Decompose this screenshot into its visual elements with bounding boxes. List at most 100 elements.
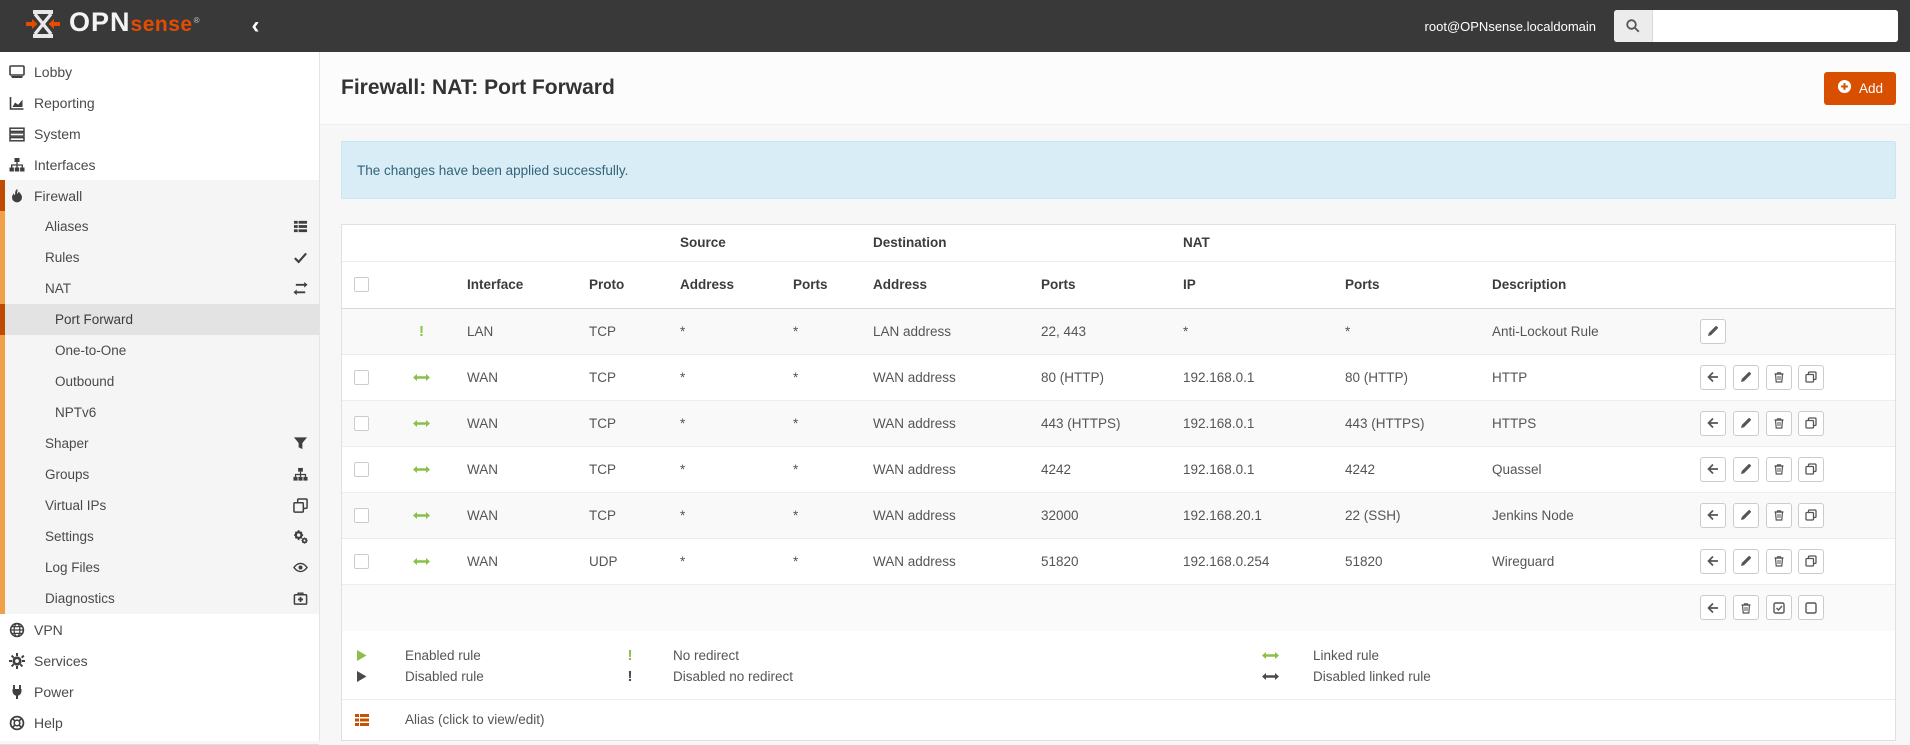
- nat-rules-panel: Source Destination NAT Interface Proto A…: [341, 224, 1896, 741]
- list-icon: [293, 219, 308, 234]
- opnsense-logo[interactable]: OPN sense ®: [26, 6, 199, 44]
- sidebar-item-power[interactable]: Power: [0, 676, 319, 707]
- group-header-destination: Destination: [865, 225, 1176, 262]
- move-rule-button[interactable]: [1700, 548, 1727, 574]
- page-header: Firewall: NAT: Port Forward Add: [320, 52, 1910, 125]
- sidebar: Lobby Reporting System Interfaces Firewa…: [0, 52, 320, 745]
- sidebar-item-firewall[interactable]: Firewall: [0, 180, 319, 211]
- exchange-icon: [293, 281, 308, 296]
- move-rule-button[interactable]: [1700, 456, 1727, 482]
- sidebar-item-groups[interactable]: Groups: [0, 459, 319, 490]
- fire-icon: [8, 188, 26, 204]
- enable-selected-button[interactable]: [1765, 595, 1792, 620]
- edit-rule-button[interactable]: [1732, 502, 1759, 528]
- sidebar-item-rules[interactable]: Rules: [0, 242, 319, 273]
- medkit-icon: [293, 591, 308, 606]
- col-proto: Proto: [581, 261, 672, 309]
- nat-rule-row: WAN TCP * * WAN address 443 (HTTPS) 192.…: [342, 399, 1895, 446]
- sidebar-item-reporting[interactable]: Reporting: [0, 87, 319, 118]
- delete-rule-button[interactable]: [1765, 456, 1792, 482]
- disable-selected-button[interactable]: [1798, 595, 1825, 620]
- sidebar-item-help[interactable]: Help: [0, 707, 319, 738]
- edit-rule-button[interactable]: [1732, 548, 1759, 574]
- cog-icon: [8, 652, 26, 669]
- no-redirect-icon: !: [419, 322, 424, 340]
- col-interface: Interface: [459, 261, 581, 309]
- alias-list-icon: [342, 712, 382, 728]
- sidebar-item-log-files[interactable]: Log Files: [0, 552, 319, 583]
- search-box: [1614, 10, 1898, 42]
- clone-rule-button[interactable]: [1798, 456, 1825, 482]
- sidebar-item-virtual-ips[interactable]: Virtual IPs: [0, 490, 319, 521]
- table-column-header-row: Interface Proto Address Ports Address Po…: [342, 261, 1895, 309]
- sidebar-item-settings[interactable]: Settings: [0, 521, 319, 552]
- bulk-actions-row: [342, 583, 1895, 631]
- main-content: Firewall: NAT: Port Forward Add The chan…: [320, 52, 1910, 741]
- sidebar-collapse-button[interactable]: ‹: [245, 14, 265, 38]
- disabled-rule-icon: [342, 670, 382, 682]
- sidebar-item-interfaces[interactable]: Interfaces: [0, 149, 319, 180]
- nat-rule-row: WAN UDP * * WAN address 51820 192.168.0.…: [342, 537, 1895, 584]
- life-ring-icon: [8, 715, 26, 731]
- col-src-address: Address: [672, 261, 785, 309]
- sidebar-item-nptv6[interactable]: NPTv6: [0, 397, 319, 428]
- edit-rule-button[interactable]: [1732, 410, 1759, 436]
- sidebar-item-port-forward[interactable]: Port Forward: [0, 304, 319, 335]
- sitemap-icon: [293, 467, 308, 482]
- move-selected-button[interactable]: [1700, 595, 1727, 620]
- add-button[interactable]: Add: [1823, 71, 1896, 105]
- row-select-checkbox[interactable]: [354, 415, 369, 431]
- delete-rule-button[interactable]: [1765, 502, 1792, 528]
- col-description: Description: [1484, 261, 1695, 309]
- sidebar-item-lobby[interactable]: Lobby: [0, 56, 319, 87]
- group-header-nat: NAT: [1175, 225, 1485, 262]
- server-icon: [8, 126, 26, 142]
- filter-icon: [293, 436, 308, 451]
- move-rule-button[interactable]: [1700, 502, 1727, 528]
- disabled-no-redirect-icon: !: [627, 667, 633, 685]
- opnsense-app: OPN sense ® ‹ root@OPNsense.localdomain Lo…: [0, 0, 1910, 745]
- clone-icon: [293, 498, 308, 513]
- area-chart-icon: [8, 95, 26, 111]
- clone-rule-button[interactable]: [1798, 364, 1825, 390]
- alias-legend: Alias (click to view/edit): [342, 698, 1895, 740]
- search-input[interactable]: [1653, 10, 1898, 42]
- row-select-checkbox[interactable]: [354, 553, 369, 569]
- edit-rule-button[interactable]: [1700, 318, 1727, 344]
- edit-rule-button[interactable]: [1732, 364, 1759, 390]
- plus-circle-icon: [1837, 79, 1852, 97]
- group-header-source: Source: [672, 225, 865, 262]
- delete-selected-button[interactable]: [1732, 595, 1759, 620]
- col-dst-address: Address: [865, 261, 1033, 309]
- delete-rule-button[interactable]: [1765, 364, 1792, 390]
- clone-rule-button[interactable]: [1798, 410, 1825, 436]
- disabled-linked-rule-icon: [1250, 672, 1290, 681]
- sidebar-item-one-to-one[interactable]: One-to-One: [0, 335, 319, 366]
- sidebar-item-shaper[interactable]: Shaper: [0, 428, 319, 459]
- select-all-checkbox[interactable]: [354, 277, 369, 293]
- nat-rule-row: ! LAN TCP * * LAN address 22, 443 * * An…: [342, 308, 1895, 354]
- sidebar-item-diagnostics[interactable]: Diagnostics: [0, 583, 319, 614]
- sidebar-item-outbound[interactable]: Outbound: [0, 366, 319, 397]
- sidebar-item-services[interactable]: Services: [0, 645, 319, 676]
- delete-rule-button[interactable]: [1765, 410, 1792, 436]
- clone-rule-button[interactable]: [1798, 548, 1825, 574]
- sidebar-item-system[interactable]: System: [0, 118, 319, 149]
- row-select-checkbox[interactable]: [354, 461, 369, 477]
- move-rule-button[interactable]: [1700, 410, 1727, 436]
- sidebar-item-nat[interactable]: NAT: [0, 273, 319, 304]
- clone-rule-button[interactable]: [1798, 502, 1825, 528]
- move-rule-button[interactable]: [1700, 364, 1727, 390]
- firewall-menu-section: Firewall Aliases Rules NAT Port Forward: [0, 180, 319, 614]
- row-select-checkbox[interactable]: [354, 369, 369, 385]
- col-dst-ports: Ports: [1033, 261, 1176, 309]
- dashboard-icon: [8, 64, 26, 80]
- brand-opn: OPN: [69, 6, 131, 37]
- enabled-rule-icon: [342, 649, 382, 661]
- table-group-header-row: Source Destination NAT: [342, 225, 1895, 262]
- sidebar-item-aliases[interactable]: Aliases: [0, 211, 319, 242]
- edit-rule-button[interactable]: [1732, 456, 1759, 482]
- delete-rule-button[interactable]: [1765, 548, 1792, 574]
- sidebar-item-vpn[interactable]: VPN: [0, 614, 319, 645]
- row-select-checkbox[interactable]: [354, 507, 369, 523]
